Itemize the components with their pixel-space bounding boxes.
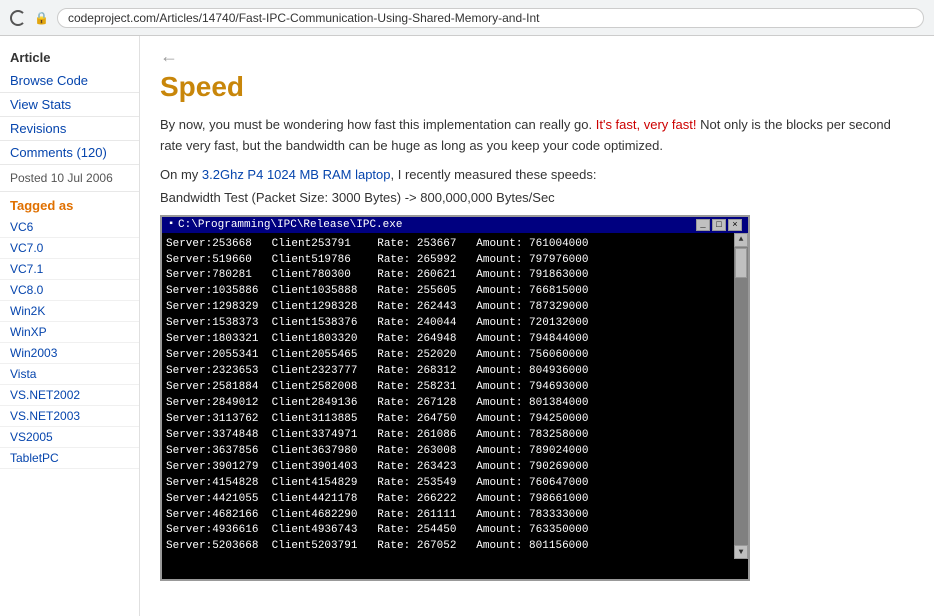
console-titlebar: ▪ C:\Programming\IPC\Release\IPC.exe _ □… bbox=[162, 217, 748, 233]
sidebar-tag-vc6[interactable]: VC6 bbox=[0, 217, 139, 238]
sidebar-tag-vista[interactable]: Vista bbox=[0, 364, 139, 385]
sidebar-tag-vsnet2003[interactable]: VS.NET2003 bbox=[0, 406, 139, 427]
sidebar: Article Browse Code View Stats Revisions… bbox=[0, 36, 140, 616]
console-title-left: ▪ C:\Programming\IPC\Release\IPC.exe bbox=[168, 219, 402, 231]
sidebar-link-browse-code[interactable]: Browse Code bbox=[0, 69, 139, 93]
console-controls[interactable]: _ □ × bbox=[696, 219, 742, 231]
browser-bar: 🔒 codeproject.com/Articles/14740/Fast-IP… bbox=[0, 0, 934, 36]
console-output: Server:253668 Client253791 Rate: 253667 … bbox=[162, 233, 734, 560]
page-layout: Article Browse Code View Stats Revisions… bbox=[0, 36, 934, 616]
refresh-icon[interactable] bbox=[10, 10, 26, 26]
sidebar-tag-vc71[interactable]: VC7.1 bbox=[0, 259, 139, 280]
measurement-paragraph: On my 3.2Ghz P4 1024 MB RAM laptop, I re… bbox=[160, 167, 914, 182]
sidebar-tag-win2003[interactable]: Win2003 bbox=[0, 343, 139, 364]
console-bottom bbox=[162, 559, 748, 579]
scrollbar-up-button[interactable]: ▲ bbox=[734, 233, 748, 247]
sidebar-tag-win2k[interactable]: Win2K bbox=[0, 301, 139, 322]
console-title: C:\Programming\IPC\Release\IPC.exe bbox=[178, 219, 402, 231]
sidebar-posted: Posted 10 Jul 2006 bbox=[0, 165, 139, 192]
sidebar-tag-vc80[interactable]: VC8.0 bbox=[0, 280, 139, 301]
minimize-button[interactable]: _ bbox=[696, 219, 710, 231]
scrollbar-thumb[interactable] bbox=[735, 248, 747, 278]
breadcrumb-arrow: ← bbox=[160, 46, 914, 67]
console-window: ▪ C:\Programming\IPC\Release\IPC.exe _ □… bbox=[160, 215, 750, 582]
sidebar-tag-vc70[interactable]: VC7.0 bbox=[0, 238, 139, 259]
scrollbar-down-button[interactable]: ▼ bbox=[734, 545, 748, 559]
sidebar-tag-winxp[interactable]: WinXP bbox=[0, 322, 139, 343]
sidebar-tag-vsnet2002[interactable]: VS.NET2002 bbox=[0, 385, 139, 406]
bandwidth-paragraph: Bandwidth Test (Packet Size: 3000 Bytes)… bbox=[160, 190, 914, 205]
console-body: Server:253668 Client253791 Rate: 253667 … bbox=[162, 233, 748, 560]
lock-icon: 🔒 bbox=[34, 11, 49, 25]
intro-paragraph: By now, you must be wondering how fast t… bbox=[160, 115, 914, 157]
main-content: ← Speed By now, you must be wondering ho… bbox=[140, 36, 934, 616]
laptop-link[interactable]: 3.2Ghz P4 1024 MB RAM laptop bbox=[202, 167, 391, 182]
sidebar-link-revisions[interactable]: Revisions bbox=[0, 117, 139, 141]
sidebar-tag-vs2005[interactable]: VS2005 bbox=[0, 427, 139, 448]
console-scrollbar[interactable]: ▲ ▼ bbox=[734, 233, 748, 560]
sidebar-link-view-stats[interactable]: View Stats bbox=[0, 93, 139, 117]
restore-button[interactable]: □ bbox=[712, 219, 726, 231]
sidebar-link-comments[interactable]: Comments (120) bbox=[0, 141, 139, 165]
sidebar-tagged-label: Tagged as bbox=[0, 192, 139, 217]
console-app-icon: ▪ bbox=[168, 219, 174, 230]
sidebar-tag-tabletpc[interactable]: TabletPC bbox=[0, 448, 139, 469]
scrollbar-track[interactable] bbox=[734, 247, 748, 546]
sidebar-article-title: Article bbox=[0, 44, 139, 69]
page-title: Speed bbox=[160, 71, 914, 103]
close-button[interactable]: × bbox=[728, 219, 742, 231]
url-bar[interactable]: codeproject.com/Articles/14740/Fast-IPC-… bbox=[57, 8, 924, 28]
